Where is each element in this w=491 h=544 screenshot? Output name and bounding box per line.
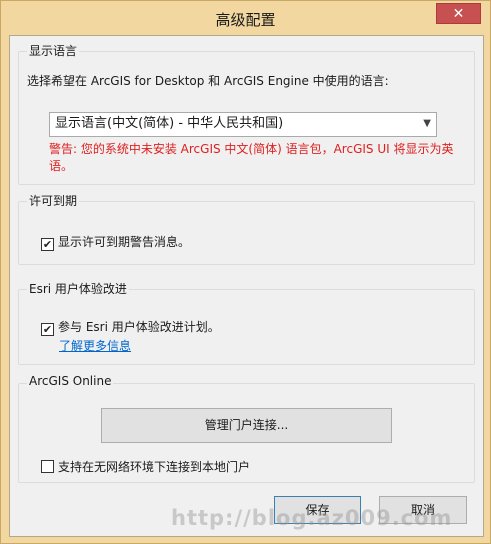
- close-button[interactable]: ✕: [436, 3, 481, 24]
- learn-more-link[interactable]: 了解更多信息: [59, 337, 131, 354]
- manage-portal-connections-button[interactable]: 管理门户连接...: [101, 408, 392, 443]
- license-warning-label: 显示许可到期警告消息。: [58, 235, 191, 249]
- arcgis-online-group-title: ArcGIS Online: [27, 374, 114, 388]
- esri-ux-checkbox[interactable]: ✔: [41, 323, 54, 336]
- license-expiration-group: 许可到期 ✔ 显示许可到期警告消息。: [18, 192, 475, 265]
- dialog-content: 显示语言 选择希望在 ArcGIS for Desktop 和 ArcGIS E…: [9, 35, 484, 537]
- language-prompt: 选择希望在 ArcGIS for Desktop 和 ArcGIS Engine…: [27, 74, 389, 88]
- dialog-title: 高级配置: [215, 11, 276, 29]
- esri-ux-group: Esri 用户体验改进 ✔ 参与 Esri 用户体验改进计划。 了解更多信息: [18, 280, 475, 365]
- language-select-value: 显示语言(中文(简体) - 中华人民共和国): [55, 116, 284, 131]
- display-language-group: 显示语言 选择希望在 ArcGIS for Desktop 和 ArcGIS E…: [18, 42, 475, 185]
- offline-portal-option[interactable]: 支持在无网络环境下连接到本地门户: [41, 458, 250, 475]
- offline-portal-label: 支持在无网络环境下连接到本地门户: [58, 460, 251, 474]
- license-warning-option[interactable]: ✔ 显示许可到期警告消息。: [41, 233, 190, 251]
- esri-ux-option[interactable]: ✔ 参与 Esri 用户体验改进计划。: [41, 318, 220, 336]
- chevron-down-icon: ▼: [423, 118, 431, 129]
- title-bar[interactable]: 高级配置 ✕: [1, 1, 490, 35]
- language-warning: 警告: 您的系统中未安装 ArcGIS 中文(简体) 语言包，ArcGIS UI…: [49, 142, 454, 173]
- display-language-group-title: 显示语言: [27, 42, 80, 59]
- offline-portal-checkbox[interactable]: [41, 460, 54, 473]
- esri-ux-label: 参与 Esri 用户体验改进计划。: [58, 320, 220, 334]
- license-warning-checkbox[interactable]: ✔: [41, 238, 54, 251]
- close-icon: ✕: [452, 6, 465, 22]
- language-select[interactable]: 显示语言(中文(简体) - 中华人民共和国) ▼: [49, 112, 437, 137]
- watermark-text: http://blog.az009.com: [171, 506, 453, 530]
- arcgis-online-group: ArcGIS Online 管理门户连接... 支持在无网络环境下连接到本地门户: [18, 374, 475, 483]
- advanced-settings-dialog: 高级配置 ✕ 显示语言 选择希望在 ArcGIS for Desktop 和 A…: [0, 0, 491, 544]
- esri-ux-group-title: Esri 用户体验改进: [27, 280, 129, 297]
- license-expiration-group-title: 许可到期: [27, 192, 80, 209]
